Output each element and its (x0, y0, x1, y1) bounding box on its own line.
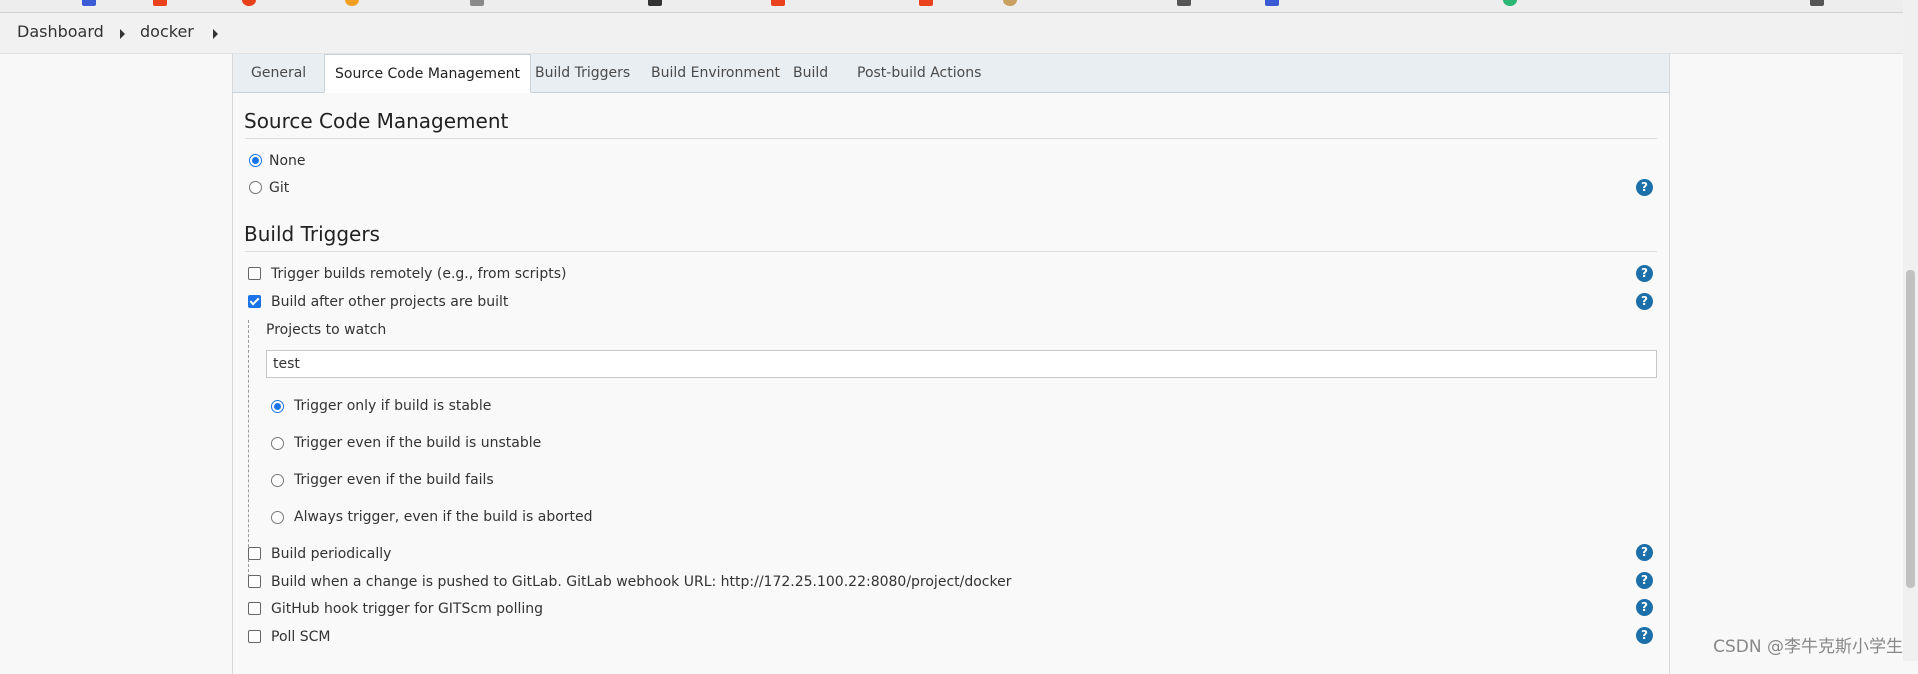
build-periodically-label[interactable]: Build periodically (271, 546, 391, 562)
build-periodically-checkbox[interactable] (248, 547, 261, 560)
gitlab-push-checkbox[interactable] (248, 575, 261, 588)
scm-none-label[interactable]: None (269, 153, 306, 169)
scm-git-radio[interactable] (249, 181, 262, 194)
help-icon[interactable]: ? (1636, 293, 1653, 310)
bookmark-favicon[interactable] (153, 0, 167, 6)
projects-to-watch-input[interactable] (266, 350, 1657, 378)
projects-to-watch-label: Projects to watch (266, 322, 387, 338)
trigger-fails-label[interactable]: Trigger even if the build fails (294, 472, 494, 488)
build-after-other-checkbox[interactable] (248, 295, 261, 308)
help-icon[interactable]: ? (1636, 544, 1653, 561)
bookmark-favicon[interactable] (1003, 0, 1017, 6)
build-triggers-section-title: Build Triggers (244, 222, 380, 246)
bookmark-favicon[interactable] (648, 0, 662, 6)
bookmarks-bar (0, 0, 1918, 13)
trigger-unstable-radio[interactable] (271, 437, 284, 450)
bookmark-favicon[interactable] (1810, 0, 1824, 6)
trigger-always-label[interactable]: Always trigger, even if the build is abo… (294, 509, 593, 525)
watermark: CSDN @李牛克斯小学生 (1713, 637, 1903, 657)
help-icon[interactable]: ? (1636, 265, 1653, 282)
breadcrumb: Dashboard docker (0, 13, 1918, 54)
scm-none-radio[interactable] (249, 154, 262, 167)
page-scrollbar[interactable] (1903, 0, 1918, 661)
help-icon[interactable]: ? (1636, 179, 1653, 196)
tab-build[interactable]: Build (783, 54, 838, 92)
github-hook-label[interactable]: GitHub hook trigger for GITScm polling (271, 601, 543, 617)
help-icon[interactable]: ? (1636, 572, 1653, 589)
tab-general[interactable]: General (241, 54, 316, 92)
bookmark-favicon[interactable] (919, 0, 933, 6)
bookmark-favicon[interactable] (1503, 0, 1517, 6)
trigger-stable-label[interactable]: Trigger only if build is stable (294, 398, 491, 414)
poll-scm-checkbox[interactable] (248, 630, 261, 643)
breadcrumb-separator-icon[interactable] (120, 29, 125, 39)
tab-build-environment[interactable]: Build Environment (641, 54, 790, 92)
section-divider (245, 251, 1657, 252)
trigger-fails-radio[interactable] (271, 474, 284, 487)
gitlab-push-label[interactable]: Build when a change is pushed to GitLab.… (271, 574, 1011, 590)
build-after-other-label[interactable]: Build after other projects are built (271, 294, 508, 310)
tab-build-triggers[interactable]: Build Triggers (525, 54, 640, 92)
tab-source-code-management[interactable]: Source Code Management (324, 54, 532, 93)
trigger-remotely-checkbox[interactable] (248, 267, 261, 280)
bookmark-favicon[interactable] (242, 0, 256, 6)
bookmark-favicon[interactable] (1265, 0, 1279, 6)
scm-git-label[interactable]: Git (269, 180, 289, 196)
section-divider (245, 138, 1657, 139)
nested-options-rail (248, 320, 249, 582)
breadcrumb-docker[interactable]: docker (140, 22, 194, 41)
bookmark-favicon[interactable] (470, 0, 484, 6)
config-tab-bar: General Source Code Management Build Tri… (233, 54, 1669, 93)
tab-post-build-actions[interactable]: Post-build Actions (847, 54, 991, 92)
config-panel: General Source Code Management Build Tri… (232, 54, 1670, 674)
trigger-stable-radio[interactable] (271, 400, 284, 413)
bookmark-favicon[interactable] (1177, 0, 1191, 6)
scm-section-title: Source Code Management (244, 109, 509, 133)
trigger-always-radio[interactable] (271, 511, 284, 524)
breadcrumb-separator-icon[interactable] (213, 29, 218, 39)
trigger-unstable-label[interactable]: Trigger even if the build is unstable (294, 435, 541, 451)
poll-scm-label[interactable]: Poll SCM (271, 629, 330, 645)
help-icon[interactable]: ? (1636, 627, 1653, 644)
scrollbar-thumb[interactable] (1906, 270, 1915, 588)
help-icon[interactable]: ? (1636, 599, 1653, 616)
bookmark-favicon[interactable] (82, 0, 96, 6)
trigger-remotely-label[interactable]: Trigger builds remotely (e.g., from scri… (271, 266, 566, 282)
breadcrumb-dashboard[interactable]: Dashboard (17, 22, 104, 41)
github-hook-checkbox[interactable] (248, 602, 261, 615)
bookmark-favicon[interactable] (771, 0, 785, 6)
bookmark-favicon[interactable] (345, 0, 359, 6)
